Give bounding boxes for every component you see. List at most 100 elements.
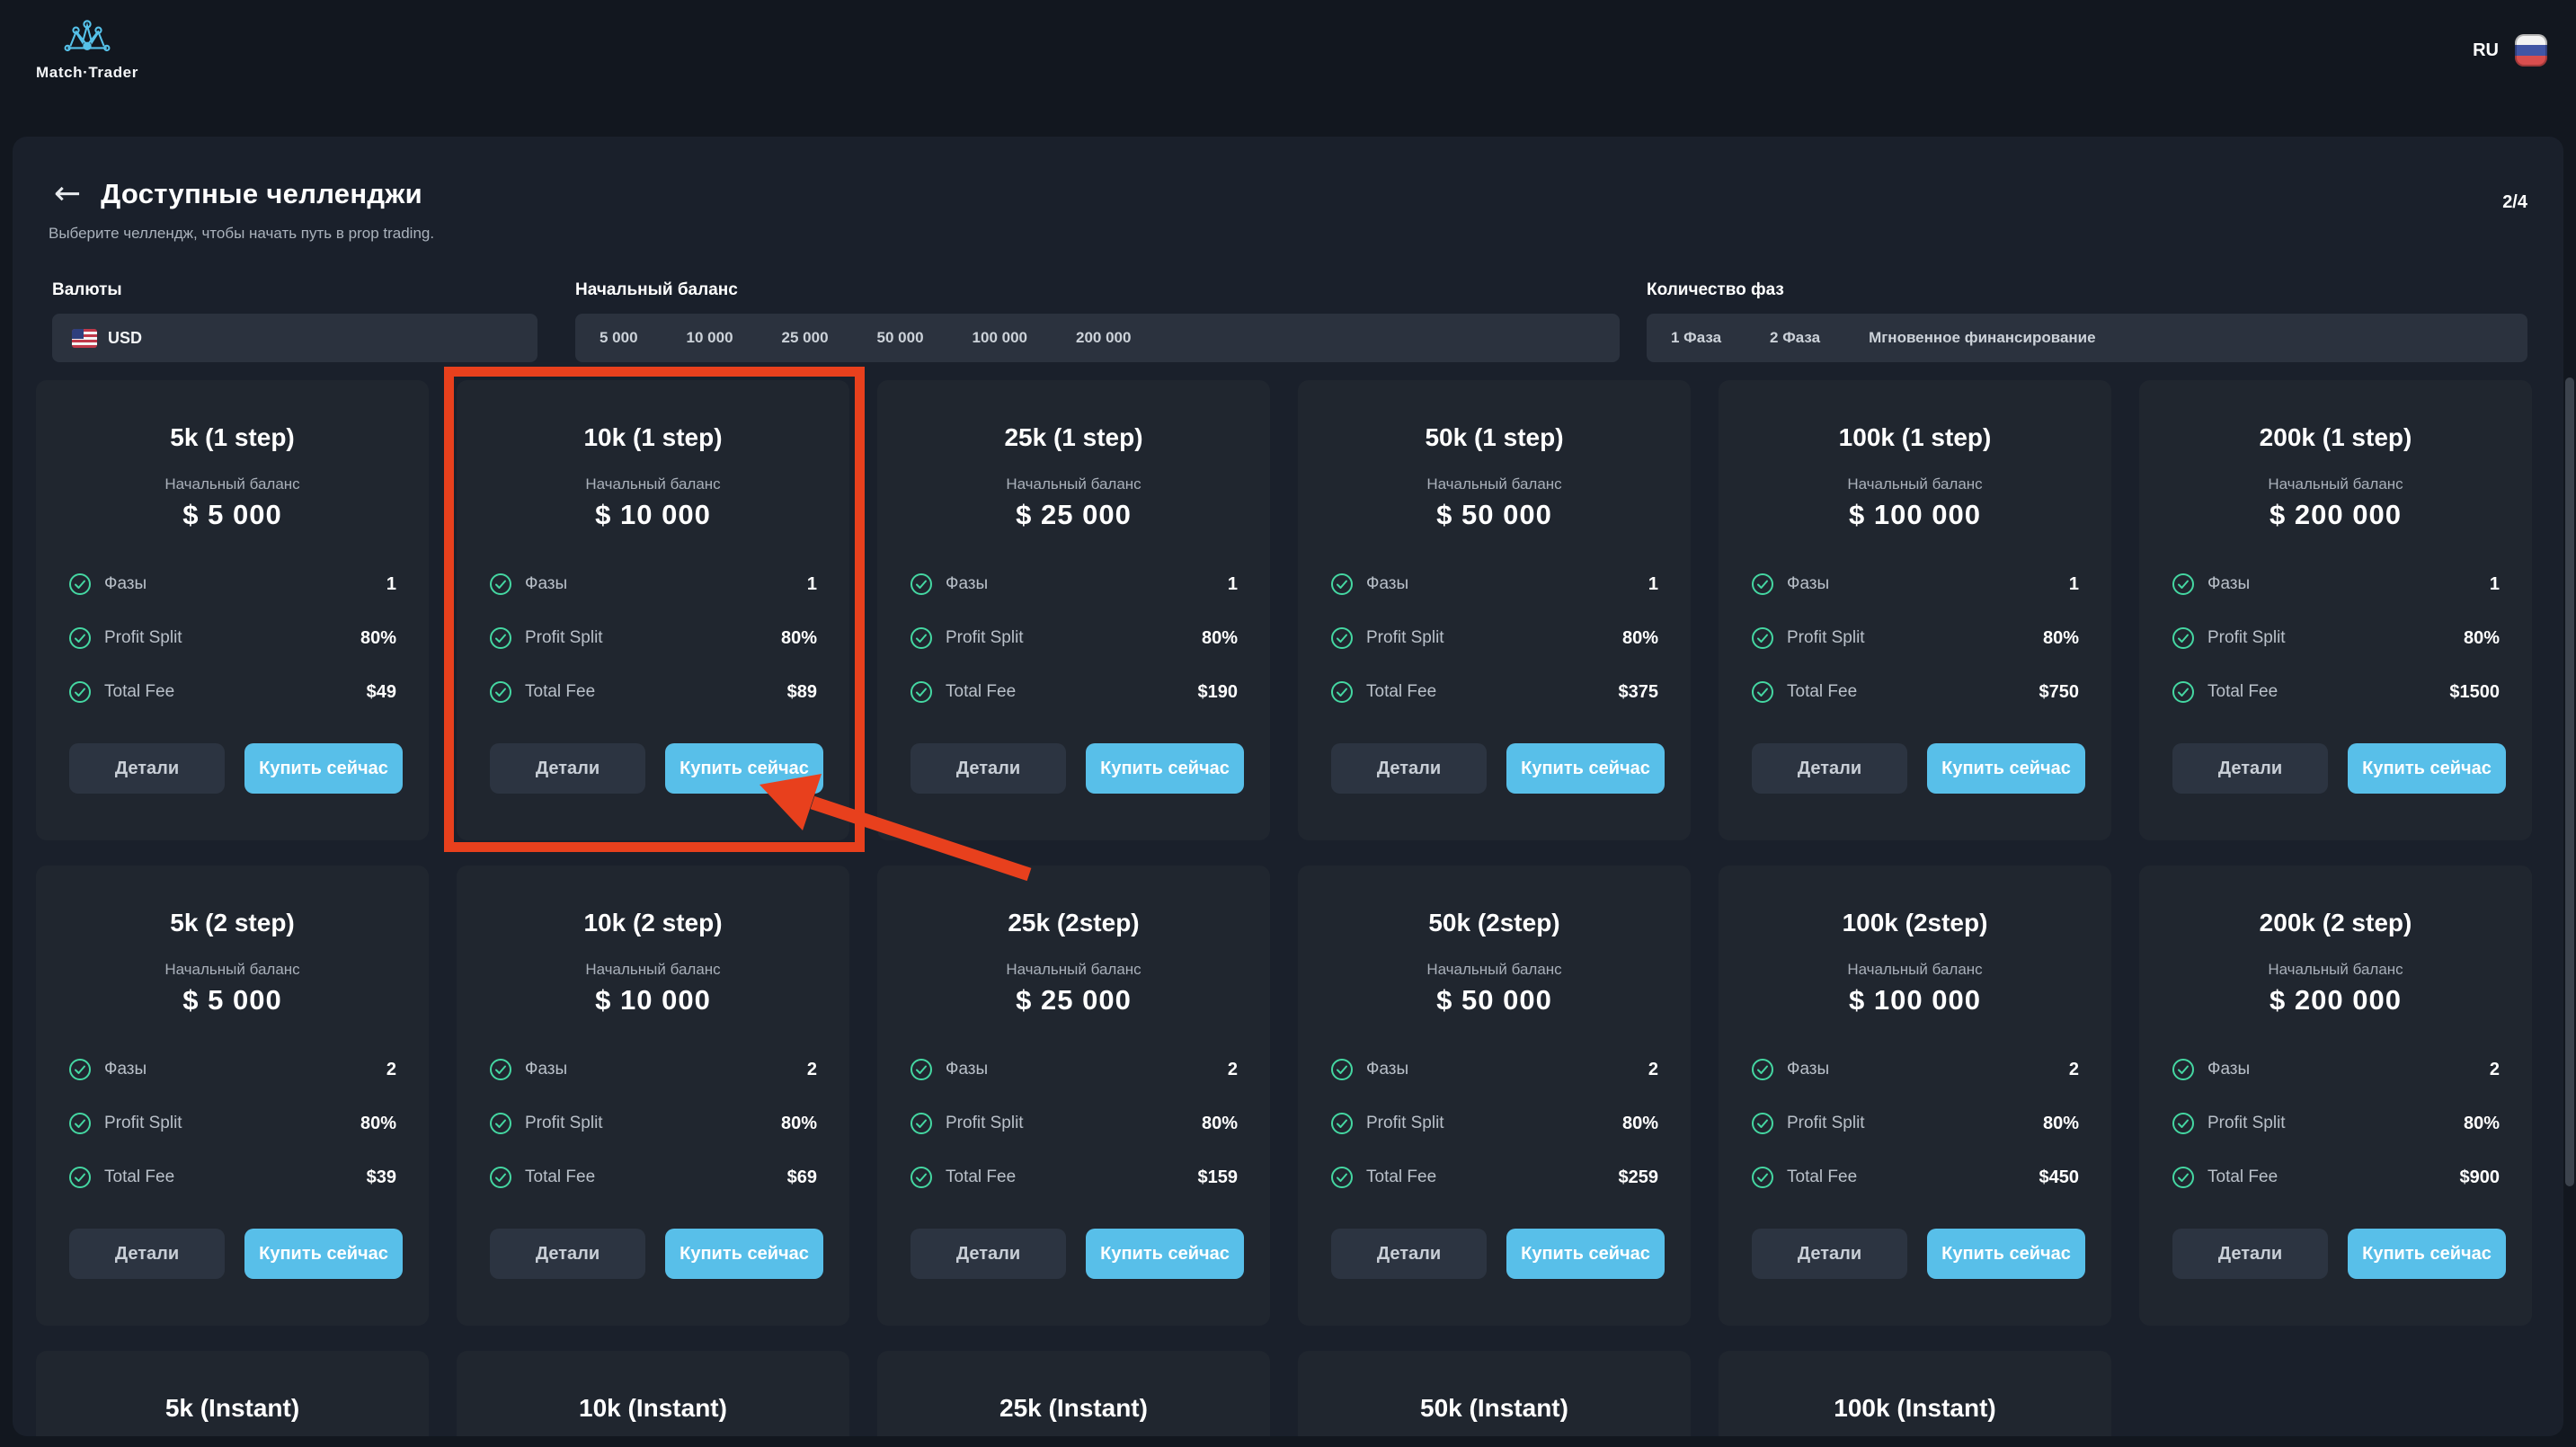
check-circle-icon [1751,1058,1774,1081]
starting-balance-label: Начальный баланс [1298,475,1691,493]
details-button[interactable]: Детали [490,743,645,794]
brand-logo[interactable]: Match·Trader [36,19,138,82]
phases-value: 2 [386,1060,396,1080]
profit-split-row: Profit Split 80% [1330,617,1658,659]
profit-split-row: Profit Split 80% [910,617,1238,659]
details-button[interactable]: Детали [1752,1229,1907,1279]
challenge-card: 25k (Instant) [877,1351,1270,1436]
phase-option[interactable]: 2 Фаза [1745,329,1844,347]
total-fee-row: Total Fee $750 [1751,671,2079,713]
details-button[interactable]: Детали [490,1229,645,1279]
phases-row: Фазы 2 [489,1049,817,1090]
starting-balance-label: Начальный баланс [1298,961,1691,979]
total-fee-value: $375 [1619,682,1659,703]
challenge-card-title: 100k (1 step) [1719,423,2111,452]
challenge-card: 50k (1 step) Начальный баланс $ 50 000 Ф… [1298,380,1691,840]
check-circle-icon [2172,1058,2195,1081]
check-circle-icon [2172,626,2195,650]
profit-split-value: 80% [2043,628,2079,649]
phases-value: 1 [386,574,396,595]
starting-balance-label: Начальный баланс [457,961,849,979]
starting-balance-value: $ 50 000 [1298,984,1691,1016]
details-button[interactable]: Детали [2172,743,2328,794]
challenge-card: 10k (Instant) [457,1351,849,1436]
usa-flag-icon [72,329,97,348]
language-switcher[interactable]: RU [2473,34,2547,67]
details-button[interactable]: Детали [1331,1229,1487,1279]
buy-now-button[interactable]: Купить сейчас [1506,1229,1665,1279]
buy-now-button[interactable]: Купить сейчас [1086,1229,1244,1279]
balance-option[interactable]: 10 000 [662,329,758,347]
phases-value: 1 [2069,574,2079,595]
buy-now-button[interactable]: Купить сейчас [1927,743,2085,794]
balance-filter-label: Начальный баланс [575,280,1620,300]
balance-option[interactable]: 25 000 [758,329,853,347]
check-circle-icon [489,1166,512,1189]
details-button[interactable]: Детали [1752,743,1907,794]
buy-now-button[interactable]: Купить сейчас [1506,743,1665,794]
challenge-card: 5k (2 step) Начальный баланс $ 5 000 Фаз… [36,866,429,1326]
buy-now-button[interactable]: Купить сейчас [1086,743,1244,794]
phases-value: 1 [1648,574,1658,595]
starting-balance-label: Начальный баланс [877,961,1270,979]
phases-row: Фазы 1 [489,564,817,605]
profit-split-row: Profit Split 80% [1751,1103,2079,1144]
starting-balance-value: $ 100 000 [1719,499,2111,531]
currency-select[interactable]: USD [52,314,537,362]
profit-split-value: 80% [360,1114,396,1134]
balance-option[interactable]: 5 000 [575,329,662,347]
buy-now-button[interactable]: Купить сейчас [1927,1229,2085,1279]
top-bar: Match·Trader RU [0,0,2576,101]
challenge-card-title: 200k (2 step) [2139,909,2532,937]
details-button[interactable]: Детали [69,1229,225,1279]
phase-option[interactable]: Мгновенное финансирование [1844,329,2120,347]
phases-label: Фазы [946,1060,988,1079]
details-button[interactable]: Детали [910,1229,1066,1279]
profit-split-value: 80% [781,628,817,649]
check-circle-icon [2172,1166,2195,1189]
balance-option[interactable]: 100 000 [948,329,1052,347]
back-button[interactable]: ← [54,178,81,210]
profit-split-value: 80% [2464,628,2500,649]
total-fee-row: Total Fee $49 [68,671,396,713]
profit-split-value: 80% [360,628,396,649]
buy-now-button[interactable]: Купить сейчас [244,1229,403,1279]
details-button[interactable]: Детали [910,743,1066,794]
check-circle-icon [489,573,512,596]
balance-option[interactable]: 50 000 [853,329,948,347]
check-circle-icon [1330,1112,1354,1135]
brand-name: Match·Trader [36,64,138,82]
phases-row: Фазы 2 [910,1049,1238,1090]
total-fee-label: Total Fee [104,682,174,702]
phases-row: Фазы 2 [1330,1049,1658,1090]
challenge-card-title: 200k (1 step) [2139,423,2532,452]
challenge-card: 25k (2step) Начальный баланс $ 25 000 Фа… [877,866,1270,1326]
total-fee-label: Total Fee [1787,1167,1857,1187]
check-circle-icon [1751,626,1774,650]
phases-label: Фазы [2207,574,2250,594]
profit-split-row: Profit Split 80% [910,1103,1238,1144]
check-circle-icon [1751,1166,1774,1189]
buy-now-button[interactable]: Купить сейчас [244,743,403,794]
vertical-scrollbar[interactable] [2565,377,2574,1186]
starting-balance-label: Начальный баланс [457,475,849,493]
total-fee-value: $159 [1198,1167,1239,1188]
profit-split-label: Profit Split [946,1114,1024,1133]
profit-split-row: Profit Split 80% [1330,1103,1658,1144]
balance-options: 5 00010 00025 00050 000100 000200 000 [575,314,1620,362]
total-fee-row: Total Fee $375 [1330,671,1658,713]
details-button[interactable]: Детали [1331,743,1487,794]
phase-option[interactable]: 1 Фаза [1647,329,1745,347]
buy-now-button[interactable]: Купить сейчас [2348,1229,2506,1279]
currency-value: USD [108,329,142,348]
challenge-card-title: 5k (2 step) [36,909,429,937]
details-button[interactable]: Детали [69,743,225,794]
buy-now-button[interactable]: Купить сейчас [665,1229,823,1279]
phases-row: Фазы 1 [910,564,1238,605]
check-circle-icon [910,626,933,650]
challenge-card: 5k (Instant) [36,1351,429,1436]
buy-now-button[interactable]: Купить сейчас [665,743,823,794]
details-button[interactable]: Детали [2172,1229,2328,1279]
balance-option[interactable]: 200 000 [1052,329,1155,347]
buy-now-button[interactable]: Купить сейчас [2348,743,2506,794]
